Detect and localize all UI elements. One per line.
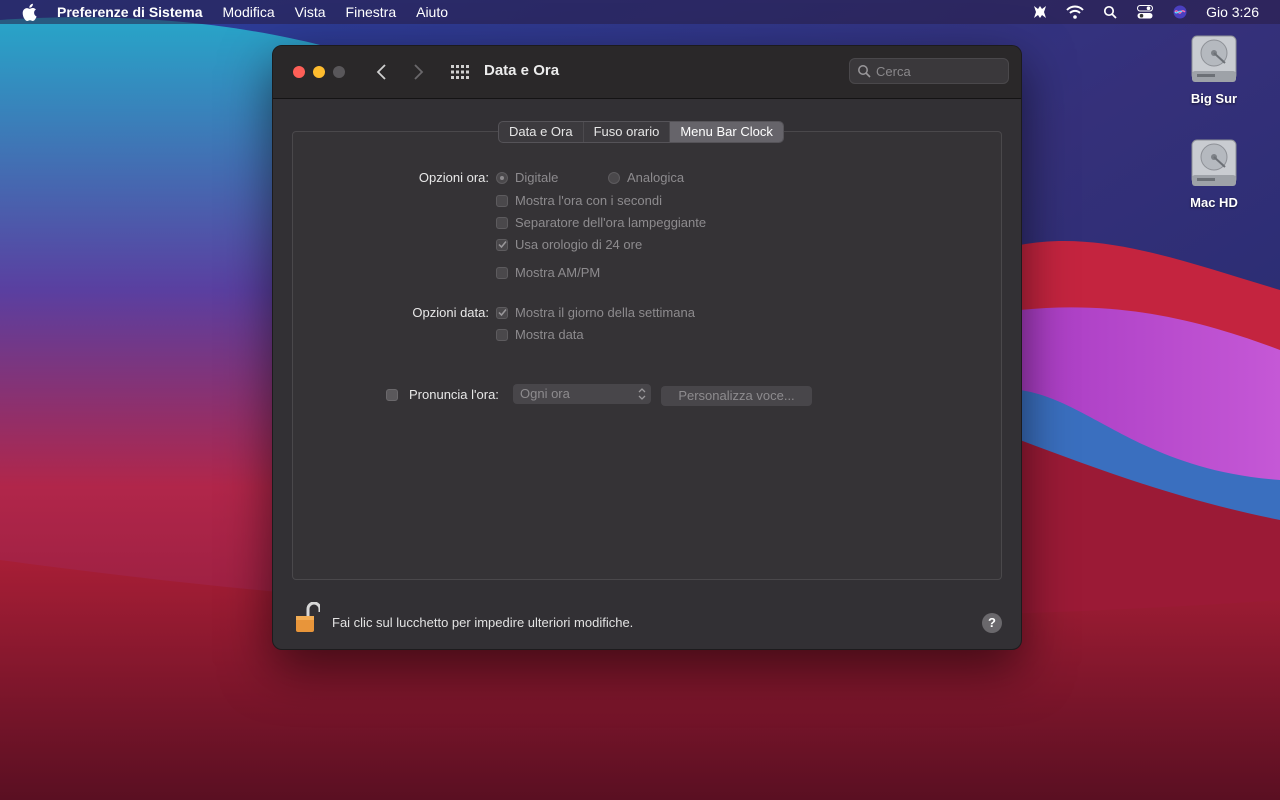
close-window-button[interactable] — [293, 66, 305, 78]
desktop-icon-mac-hd[interactable]: Mac HD — [1169, 137, 1259, 210]
menu-bar-clock[interactable]: Gio 3:26 — [1206, 4, 1259, 20]
chess-knight-icon[interactable] — [1031, 3, 1049, 21]
desktop-icon-label: Big Sur — [1190, 91, 1238, 106]
checkbox — [496, 194, 508, 207]
announce-time-checkbox[interactable]: Pronuncia l'ora: — [386, 387, 499, 402]
desktop-icon-label: Mac HD — [1190, 195, 1238, 210]
show-date-label: Mostra data — [515, 327, 584, 342]
show-all-grid-icon[interactable] — [450, 63, 470, 81]
wifi-icon[interactable] — [1066, 3, 1084, 21]
apple-menu-icon[interactable] — [21, 3, 37, 21]
menu-app-name[interactable]: Preferenze di Sistema — [57, 4, 203, 20]
announce-interval-popup[interactable]: Ogni ora — [513, 384, 651, 404]
announce-interval-value: Ogni ora — [520, 386, 570, 401]
checkbox — [386, 388, 398, 401]
radio-button — [608, 171, 620, 184]
lock-hint-text: Fai clic sul lucchetto per impedire ulte… — [332, 615, 634, 630]
checkbox — [496, 328, 508, 341]
announce-time-label: Pronuncia l'ora: — [409, 387, 499, 402]
checkbox — [496, 306, 508, 319]
show-ampm-label: Mostra AM/PM — [515, 265, 601, 280]
tab-data-e-ora[interactable]: Data e Ora — [499, 122, 584, 142]
hard-drive-icon — [1191, 35, 1237, 82]
control-center-icon[interactable] — [1136, 3, 1154, 21]
digital-radio[interactable]: Digitale — [496, 170, 558, 185]
analog-radio[interactable]: Analogica — [608, 170, 684, 185]
show-weekday-checkbox[interactable]: Mostra il giorno della settimana — [496, 305, 695, 320]
search-icon — [858, 65, 871, 78]
show-date-checkbox[interactable]: Mostra data — [496, 327, 584, 342]
unlocked-padlock-icon[interactable] — [296, 602, 320, 634]
menu-bar: Preferenze di Sistema Modifica Vista Fin… — [0, 0, 1280, 24]
use-24h-label: Usa orologio di 24 ore — [515, 237, 643, 252]
menu-aiuto[interactable]: Aiuto — [416, 4, 448, 20]
tab-bar: Data e Ora Fuso orario Menu Bar Clock — [498, 121, 784, 143]
chevron-left-icon[interactable] — [375, 63, 389, 81]
flash-separator-checkbox[interactable]: Separatore dell'ora lampeggiante — [496, 215, 706, 230]
checkmark-icon — [497, 241, 507, 249]
window-title: Data e Ora — [484, 62, 560, 79]
checkbox — [496, 266, 508, 279]
tab-fuso-orario[interactable]: Fuso orario — [584, 122, 671, 142]
menu-vista[interactable]: Vista — [295, 4, 326, 20]
date-options-label: Opzioni data: — [412, 305, 489, 320]
minimize-window-button[interactable] — [313, 66, 325, 78]
checkbox — [496, 238, 508, 251]
help-button[interactable]: ? — [982, 613, 1002, 633]
desktop-icon-big-sur[interactable]: Big Sur — [1169, 33, 1259, 106]
show-seconds-checkbox[interactable]: Mostra l'ora con i secondi — [496, 193, 662, 208]
search-input[interactable] — [876, 63, 996, 79]
tab-menu-bar-clock[interactable]: Menu Bar Clock — [670, 122, 783, 142]
title-bar: Data e Ora — [273, 46, 1021, 99]
hard-drive-icon — [1191, 139, 1237, 186]
zoom-window-button[interactable] — [333, 66, 345, 78]
spotlight-search-icon[interactable] — [1101, 3, 1119, 21]
menu-modifica[interactable]: Modifica — [223, 4, 275, 20]
checkmark-icon — [497, 309, 507, 317]
flash-separator-label: Separatore dell'ora lampeggiante — [515, 215, 707, 230]
show-weekday-label: Mostra il giorno della settimana — [515, 305, 695, 320]
time-options-label: Opzioni ora: — [418, 170, 489, 185]
digital-label: Digitale — [515, 170, 559, 185]
show-ampm-checkbox[interactable]: Mostra AM/PM — [496, 265, 600, 280]
window-controls — [293, 66, 353, 78]
menu-finestra[interactable]: Finestra — [346, 4, 397, 20]
radio-button — [496, 171, 508, 184]
search-field[interactable] — [849, 58, 1009, 84]
chevron-updown-icon — [638, 388, 646, 400]
checkbox — [496, 216, 508, 229]
show-seconds-label: Mostra l'ora con i secondi — [515, 193, 662, 208]
use-24h-checkbox[interactable]: Usa orologio di 24 ore — [496, 237, 642, 252]
analog-label: Analogica — [627, 170, 685, 185]
siri-icon[interactable] — [1171, 3, 1189, 21]
chevron-right-icon[interactable] — [411, 63, 425, 81]
customize-voice-button[interactable]: Personalizza voce... — [661, 386, 812, 406]
preferences-window: Data e Ora Data e Ora Fuso orario Menu B… — [272, 45, 1022, 650]
